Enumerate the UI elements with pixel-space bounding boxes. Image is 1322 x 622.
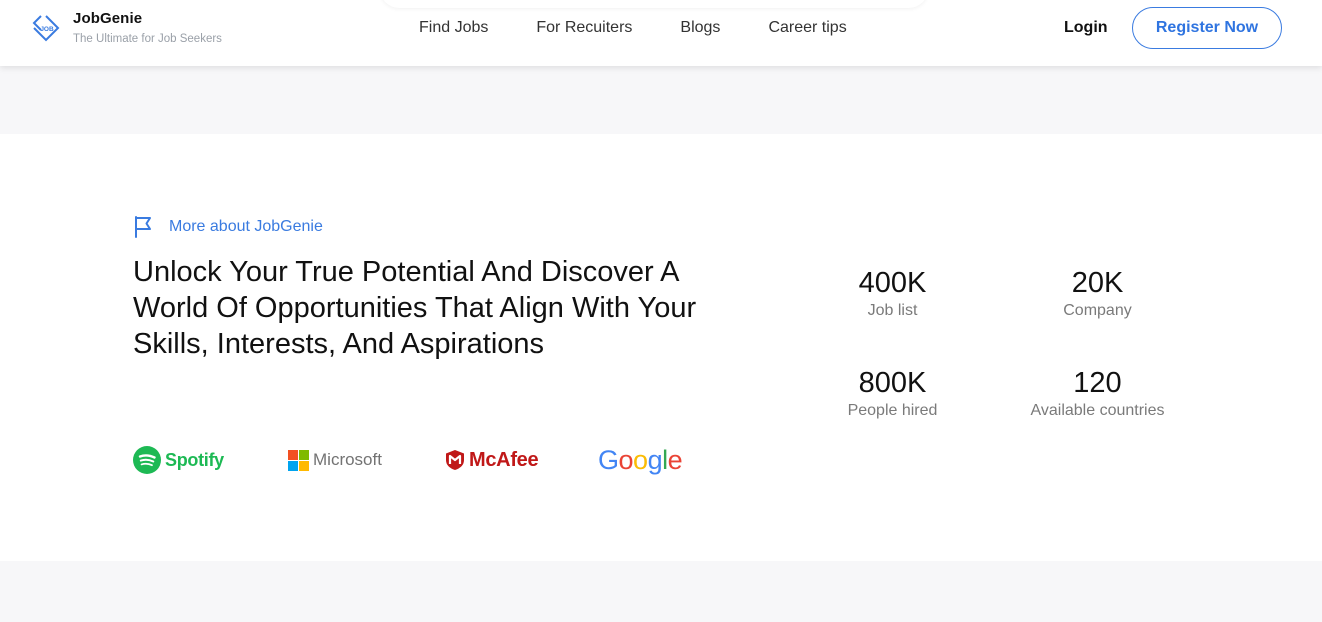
google-wordmark: Google bbox=[598, 444, 683, 475]
stat-people-hired: 800K People hired bbox=[790, 366, 995, 420]
nav-find-jobs[interactable]: Find Jobs bbox=[419, 18, 488, 38]
microsoft-icon bbox=[288, 449, 309, 471]
stat-label: Company bbox=[1063, 302, 1132, 319]
mcafee-wordmark: McAfee bbox=[469, 448, 539, 471]
brand-logo-text: JOB bbox=[40, 26, 54, 33]
mcafee-logo: McAfee bbox=[445, 444, 598, 476]
stat-value: 20K bbox=[1071, 267, 1124, 299]
stat-label: People hired bbox=[847, 402, 938, 419]
stat-value: 800K bbox=[858, 367, 927, 399]
more-about-link[interactable]: More about JobGenie bbox=[133, 215, 323, 239]
section-headline: Unlock Your True Potential And Discover … bbox=[133, 256, 697, 360]
partner-logos: Spotify Microsoft McAfee Google bbox=[133, 444, 683, 476]
stat-company: 20K Company bbox=[995, 266, 1200, 320]
brand[interactable]: JOB JobGenie The Ultimate for Job Seeker… bbox=[30, 10, 222, 45]
brand-tagline: The Ultimate for Job Seekers bbox=[73, 33, 222, 45]
main-nav: Find Jobs For Recuiters Blogs Career tip… bbox=[419, 18, 895, 38]
stat-label: Job list bbox=[867, 302, 918, 319]
top-header: JOB JobGenie The Ultimate for Job Seeker… bbox=[0, 0, 1322, 66]
stat-job-list: 400K Job list bbox=[790, 266, 995, 320]
login-link[interactable]: Login bbox=[1064, 18, 1108, 38]
stat-value: 400K bbox=[858, 267, 927, 299]
register-now-button[interactable]: Register Now bbox=[1132, 7, 1282, 49]
about-section: More about JobGenie Unlock Your True Pot… bbox=[0, 134, 1322, 561]
brand-name: JobGenie bbox=[73, 10, 143, 27]
stat-available-countries: 120 Available countries bbox=[995, 366, 1200, 420]
stat-value: 120 bbox=[1073, 367, 1122, 399]
nav-career-tips[interactable]: Career tips bbox=[768, 18, 846, 38]
nav-for-recruiters[interactable]: For Recuiters bbox=[536, 18, 632, 38]
spotify-icon bbox=[133, 446, 161, 474]
microsoft-logo: Microsoft bbox=[288, 444, 445, 476]
spotify-logo: Spotify bbox=[133, 444, 288, 476]
flag-icon bbox=[135, 216, 151, 238]
google-logo: Google bbox=[598, 444, 683, 476]
nav-pill-background bbox=[380, 0, 928, 8]
nav-blogs[interactable]: Blogs bbox=[680, 18, 720, 38]
mcafee-shield-icon bbox=[446, 450, 464, 470]
more-about-label: More about JobGenie bbox=[169, 218, 323, 235]
stat-label: Available countries bbox=[1030, 402, 1165, 419]
microsoft-wordmark: Microsoft bbox=[313, 450, 382, 469]
jobgenie-logo-icon: JOB bbox=[32, 15, 60, 42]
spotify-wordmark: Spotify bbox=[165, 449, 224, 470]
